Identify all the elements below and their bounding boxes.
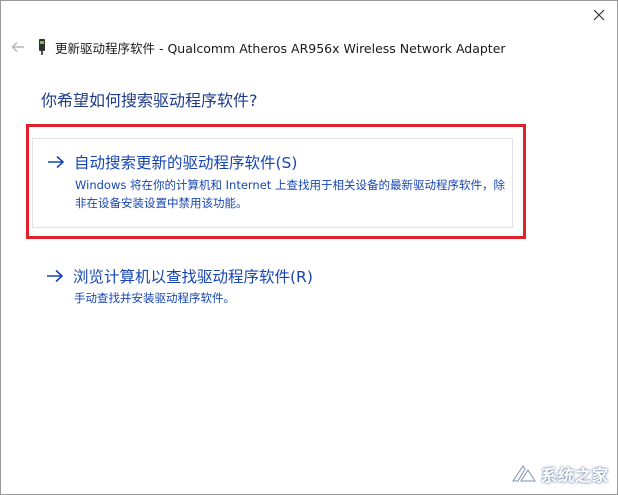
back-arrow-icon [11,42,24,52]
auto-search-title: 自动搜索更新的驱动程序软件(S) [74,154,298,172]
dialog-title: 更新驱动程序软件 - Qualcomm Atheros AR956x Wirel… [55,40,506,56]
right-arrow-icon [46,152,66,172]
right-arrow-icon [45,266,65,286]
watermark-text: 系统之家 [540,466,609,485]
network-adapter-icon [35,37,49,57]
update-driver-dialog: 更新驱动程序软件 - Qualcomm Atheros AR956x Wirel… [0,0,618,495]
back-button[interactable] [7,36,29,58]
browse-computer-option[interactable]: 浏览计算机以查找驱动程序软件(R) 手动查找并安装驱动程序软件。 [32,263,513,309]
auto-search-description: Windows 将在你的计算机和 Internet 上查找用于相关设备的最新驱动… [75,178,505,210]
auto-search-option[interactable]: 自动搜索更新的驱动程序软件(S) Windows 将在你的计算机和 Intern… [32,138,513,228]
browse-computer-title: 浏览计算机以查找驱动程序软件(R) [73,268,313,286]
close-icon [593,9,605,21]
watermark: 系统之家 [511,462,609,486]
dialog-header: 更新驱动程序软件 - Qualcomm Atheros AR956x Wirel… [7,34,577,60]
watermark-logo-icon [512,465,536,482]
page-question: 你希望如何搜索驱动程序软件? [41,91,258,110]
close-button[interactable] [585,2,613,28]
browse-computer-description: 手动查找并安装驱动程序软件。 [74,291,235,305]
